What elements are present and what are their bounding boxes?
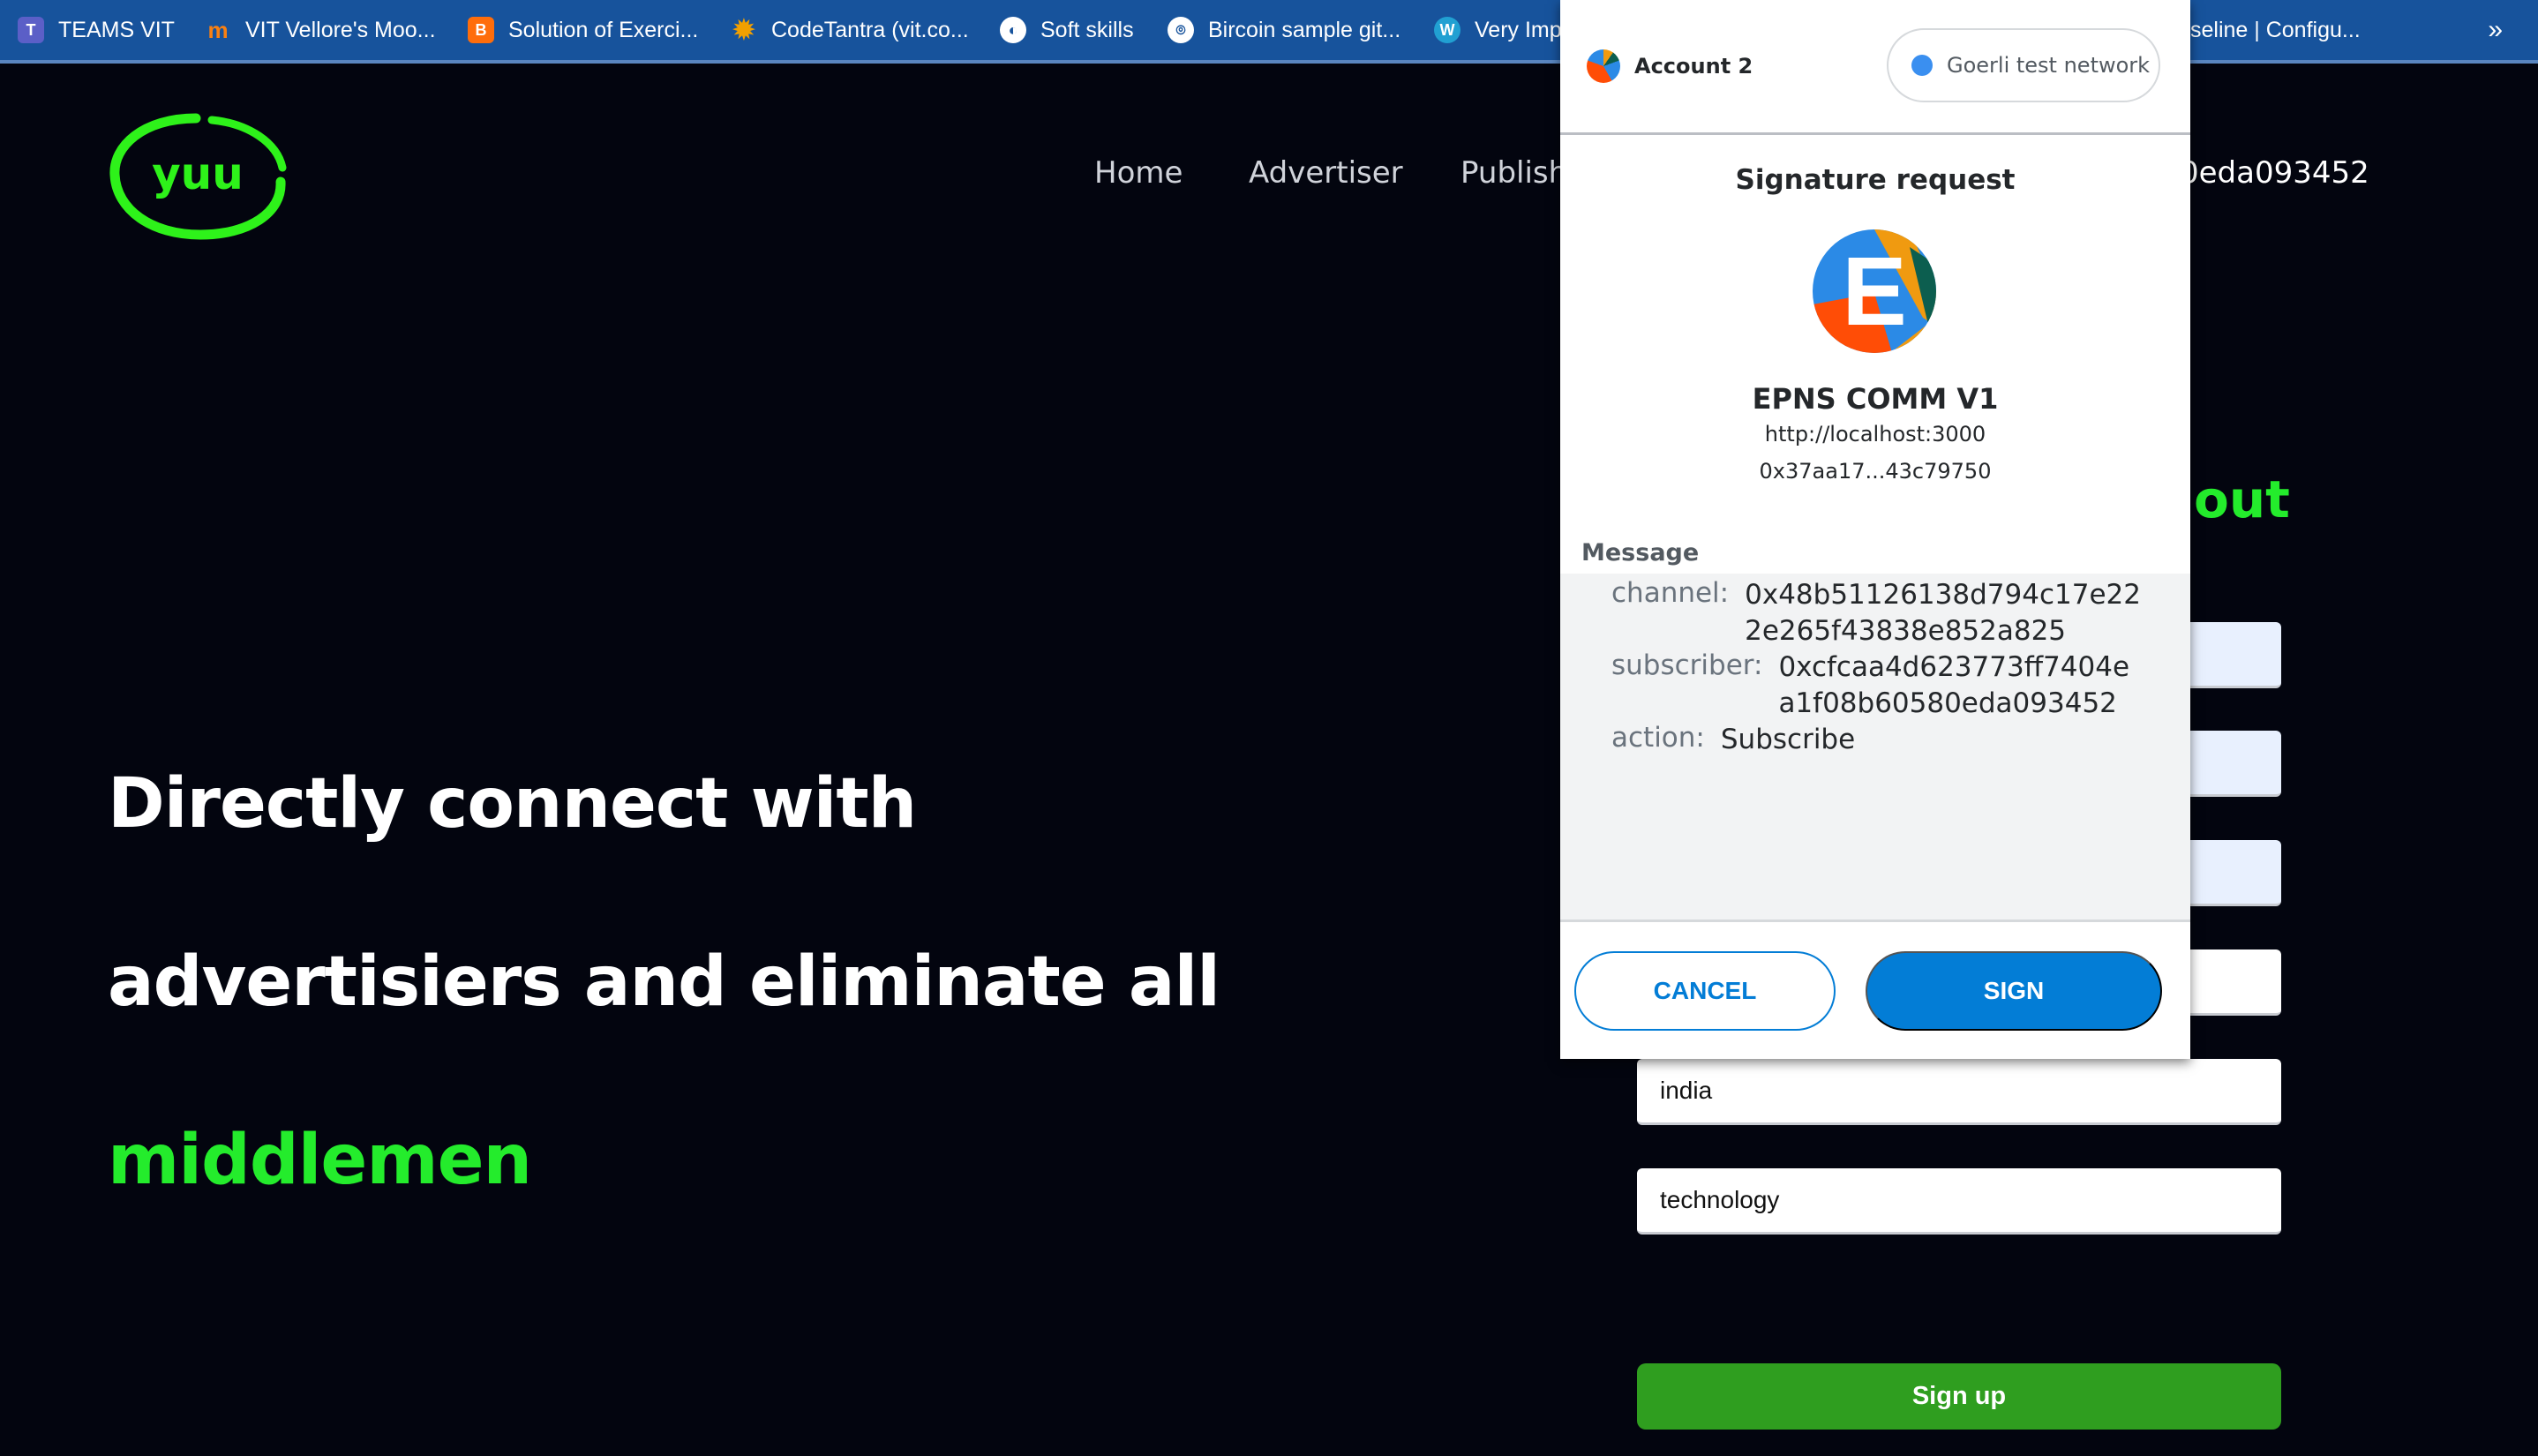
message-row-subscriber: subscriber: 0xcfcaa4d623773ff7404ea1f08b… — [1611, 649, 2141, 722]
form-title: out — [2194, 469, 2290, 529]
bookmark-label: Soft skills — [1040, 17, 1134, 42]
bookmark-label: Very Imp — [1475, 17, 1562, 42]
account-selector[interactable]: Account 2 — [1587, 49, 1753, 83]
bookmark-label: VIT Vellore's Moo... — [245, 17, 436, 42]
message-key: channel: — [1611, 577, 1730, 609]
bookmark-label: seline | Configu... — [2190, 17, 2361, 42]
nav-advertiser[interactable]: Advertiser — [1249, 155, 1403, 191]
teams-icon: T — [18, 17, 44, 43]
message-label: Message — [1581, 539, 1700, 567]
hero-line-1: Directly connect with — [108, 764, 917, 844]
account-avatar-icon — [1587, 49, 1620, 83]
account-name: Account 2 — [1634, 54, 1753, 79]
hero-line-2: advertisiers and eliminate all — [108, 942, 1220, 1022]
metamask-signature-popup: Account 2 Goerli test network Signature … — [1560, 0, 2190, 1059]
bookmark-label: Bircoin sample git... — [1208, 17, 1401, 42]
bookmark-label: Solution of Exerci... — [508, 17, 699, 42]
connected-account-address: 0eda093452 — [2180, 155, 2369, 191]
contract-address: 0x37aa17...43c79750 — [1759, 459, 1992, 484]
bookmark-solution[interactable]: B Solution of Exerci... — [468, 0, 698, 60]
bookmark-very-imp[interactable]: W Very Imp — [1434, 0, 1562, 60]
message-row-action: action: Subscribe — [1611, 722, 1855, 758]
bookmark-teams-vit[interactable]: T TEAMS VIT — [18, 0, 175, 60]
bookmark-vit-moodle[interactable]: m VIT Vellore's Moo... — [205, 0, 436, 60]
message-value: Subscribe — [1720, 724, 1856, 755]
globe-icon: ◐ — [1000, 17, 1026, 43]
origin-logo-letter: E — [1842, 236, 1907, 346]
category-field[interactable]: technology — [1637, 1168, 2281, 1235]
origin-logo-icon: E — [1813, 229, 1936, 353]
blogger-icon: B — [468, 17, 494, 43]
message-row-channel: channel: 0x48b51126138d794c17e222e265f43… — [1611, 577, 2141, 649]
message-key: subscriber: — [1611, 649, 1763, 681]
message-key: action: — [1611, 722, 1705, 754]
network-name: Goerli test network — [1947, 53, 2151, 78]
site-logo[interactable]: yuu — [108, 111, 289, 244]
origin-name: EPNS COMM V1 — [1752, 382, 1999, 416]
nav-home[interactable]: Home — [1094, 155, 1183, 191]
bookmark-soft-skills[interactable]: ◐ Soft skills — [1000, 0, 1134, 60]
popup-header: Account 2 Goerli test network — [1560, 0, 2190, 135]
message-box[interactable]: channel: 0x48b51126138d794c17e222e265f43… — [1560, 574, 2190, 922]
bookmarks-overflow-button[interactable]: » — [2488, 0, 2503, 60]
bookmark-codetantra[interactable]: ✹ CodeTantra (vit.co... — [731, 0, 969, 60]
country-field[interactable]: india — [1637, 1059, 2281, 1125]
network-dot-icon — [1911, 55, 1933, 76]
network-selector[interactable]: Goerli test network — [1887, 28, 2160, 102]
bookmark-bitcoin-sample[interactable]: ⌾ Bircoin sample git... — [1168, 0, 1400, 60]
moodle-icon: m — [207, 16, 229, 43]
hero-line-3: middlemen — [108, 1121, 532, 1200]
github-icon: ⌾ — [1168, 17, 1194, 43]
wordpress-icon: W — [1434, 17, 1460, 43]
signature-request-title: Signature request — [1735, 164, 2016, 196]
logo-text: yuu — [152, 148, 244, 199]
message-value: 0xcfcaa4d623773ff7404ea1f08b60580eda0934… — [1778, 651, 2130, 719]
signup-button[interactable]: Sign up — [1637, 1363, 2281, 1430]
bookmark-label: CodeTantra (vit.co... — [771, 17, 969, 42]
message-value: 0x48b51126138d794c17e222e265f43838e852a8… — [1745, 579, 2141, 647]
logo-ring-icon: yuu — [109, 113, 287, 240]
origin-url: http://localhost:3000 — [1764, 422, 1986, 447]
bookmark-label: TEAMS VIT — [58, 17, 175, 42]
sign-button[interactable]: SIGN — [1866, 951, 2162, 1031]
bookmark-baseline-configure[interactable]: seline | Configu... — [2190, 0, 2361, 60]
cancel-button[interactable]: CANCEL — [1574, 951, 1836, 1031]
nav-publisher[interactable]: Publish — [1460, 155, 1567, 191]
codetantra-icon: ✹ — [732, 15, 755, 45]
